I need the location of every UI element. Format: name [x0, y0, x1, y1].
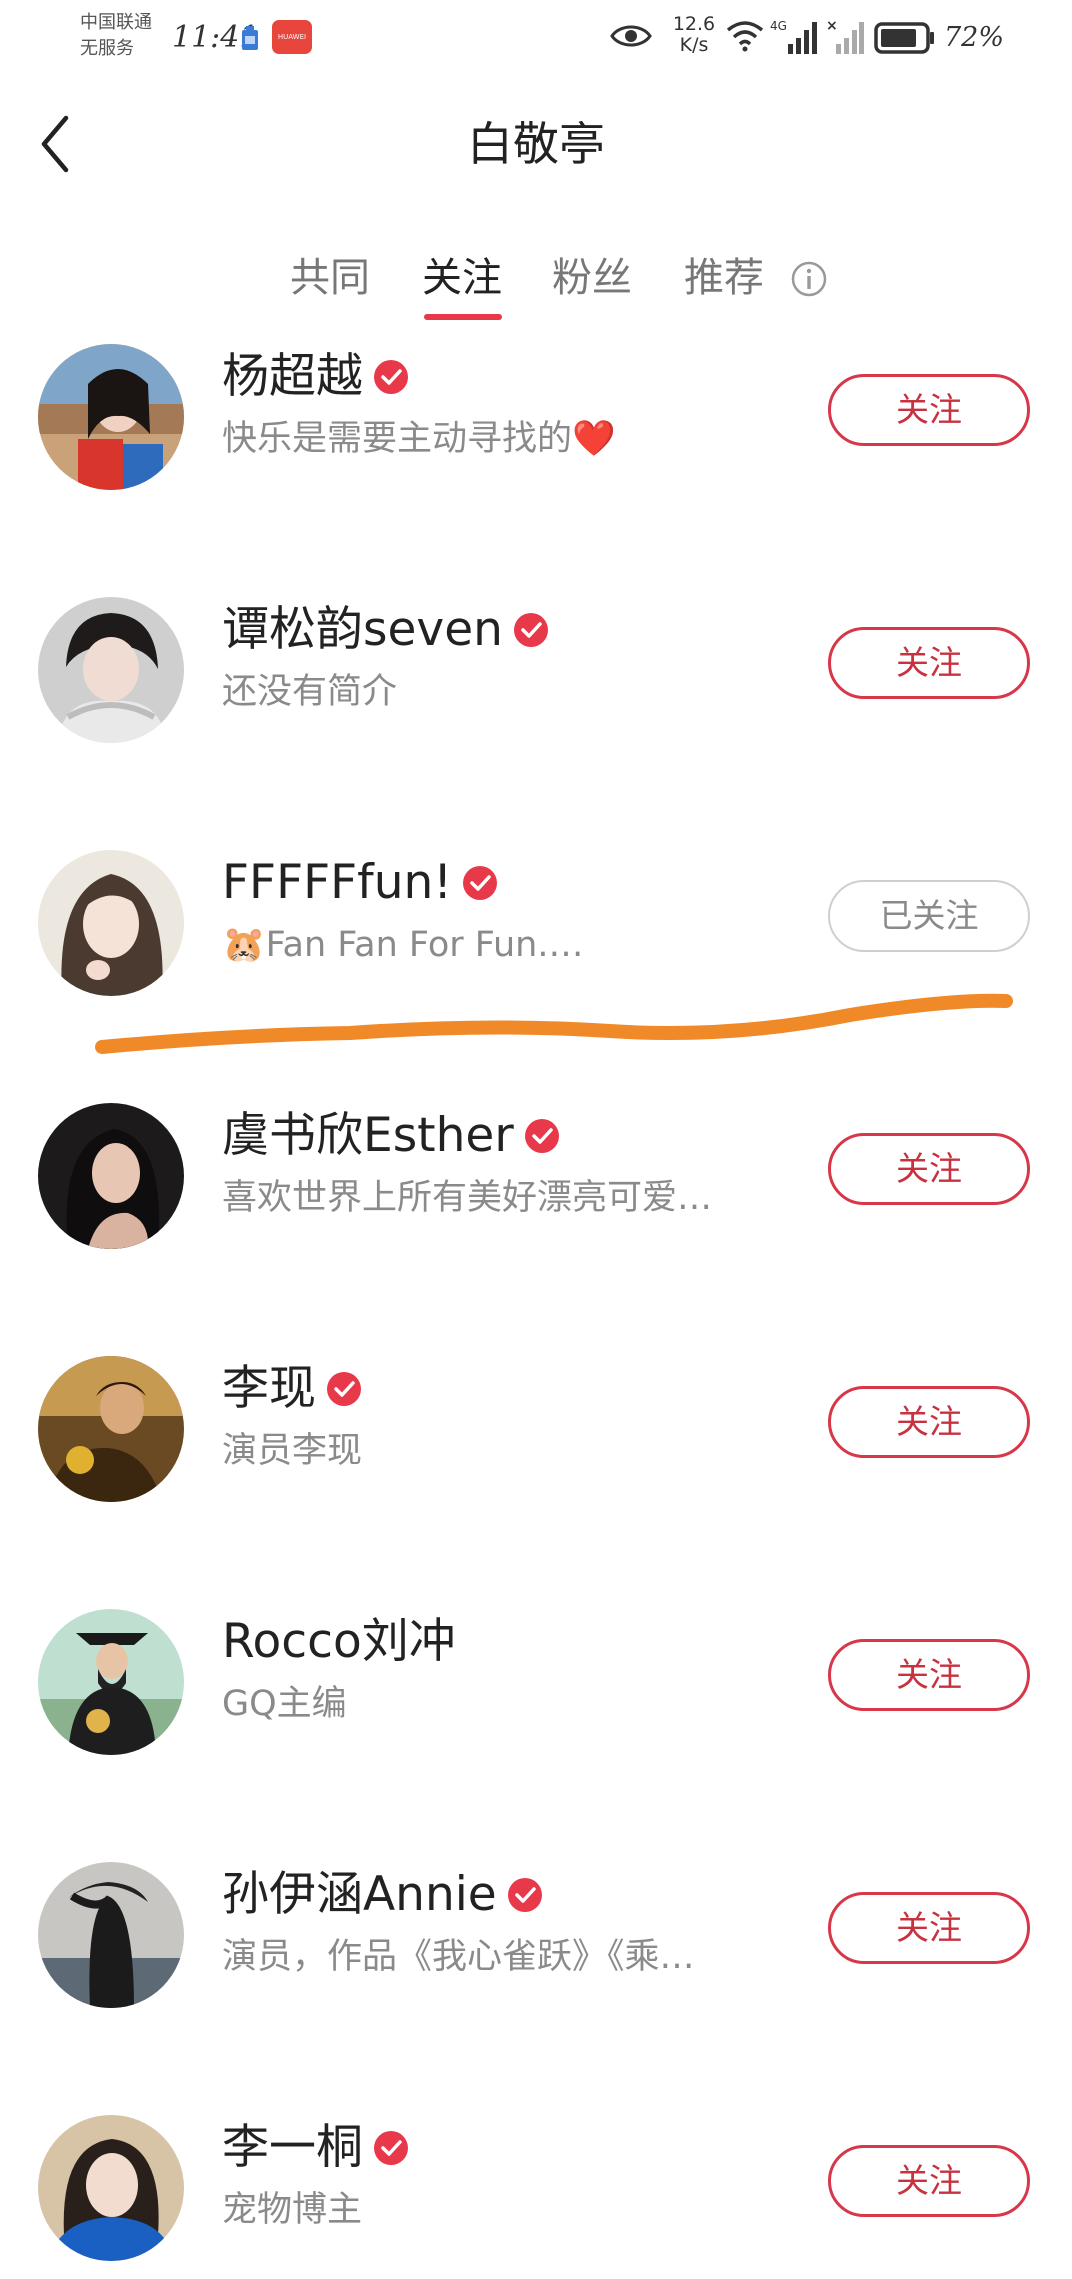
- list-item[interactable]: 李一桐 宠物博主 关注: [0, 2101, 1072, 2279]
- tab-fans[interactable]: 粉丝: [552, 242, 632, 314]
- orange-annotation-line: [95, 993, 1013, 1054]
- network-speed-value: 12.6: [672, 13, 716, 35]
- user-name[interactable]: 谭松韵seven: [222, 597, 503, 663]
- avatar[interactable]: [38, 1356, 184, 1502]
- avatar[interactable]: [38, 597, 184, 743]
- tab-following[interactable]: 关注: [422, 242, 502, 314]
- user-bio: 宠物博主: [222, 2190, 363, 2230]
- verified-badge-icon: [463, 866, 498, 900]
- user-name-row: 孙伊涵Annie: [222, 1862, 543, 1928]
- avatar[interactable]: [38, 1862, 184, 2008]
- signal-4g-icon: 4G: [770, 19, 817, 54]
- eye-icon: [610, 25, 652, 47]
- list-item[interactable]: 谭松韵seven 还没有简介 关注: [0, 583, 1072, 783]
- user-name-row: 李现: [222, 1356, 362, 1422]
- follow-button[interactable]: 关注: [828, 1386, 1030, 1458]
- follow-button[interactable]: 关注: [828, 1639, 1030, 1711]
- list-item[interactable]: Rocco刘冲 GQ主编 关注: [0, 1595, 1072, 1795]
- user-name-row: 虞书欣Esther: [222, 1103, 560, 1169]
- screen: 中国联通 无服务 11:41 HUAWEI 12.6 K/s 4G × 72% …: [0, 0, 1072, 2279]
- followed-button[interactable]: 已关注: [828, 880, 1030, 952]
- follow-button[interactable]: 关注: [828, 1892, 1030, 1964]
- avatar[interactable]: [38, 1103, 184, 1249]
- follow-button[interactable]: 关注: [828, 1133, 1030, 1205]
- carrier-service: 无服务: [80, 38, 134, 59]
- user-name[interactable]: Rocco刘冲: [222, 1609, 456, 1675]
- user-name-row: Rocco刘冲: [222, 1609, 456, 1675]
- sim-card-icon: [242, 26, 258, 50]
- verified-badge-icon: [507, 1878, 542, 1912]
- carrier-info: 中国联通 无服务: [80, 10, 152, 62]
- status-bar: 中国联通 无服务 11:41 HUAWEI 12.6 K/s 4G × 72%: [0, 0, 1072, 80]
- svg-text:4G: 4G: [770, 19, 787, 33]
- signal-no-service-icon: ×: [826, 18, 864, 54]
- list-item[interactable]: 杨超越 快乐是需要主动寻找的❤️ 关注: [0, 330, 1072, 530]
- battery-icon: [874, 22, 934, 54]
- user-name[interactable]: 杨超越: [222, 344, 363, 410]
- user-bio: 演员，作品《我心雀跃》《乘…: [222, 1937, 695, 1977]
- list-item[interactable]: 虞书欣Esther 喜欢世界上所有美好漂亮可爱… 关注: [0, 1089, 1072, 1289]
- list-item[interactable]: 孙伊涵Annie 演员，作品《我心雀跃》《乘… 关注: [0, 1848, 1072, 2048]
- list-item[interactable]: 李现 演员李现 关注: [0, 1342, 1072, 1542]
- user-bio: GQ主编: [222, 1684, 347, 1724]
- user-name-row: FFFFFfun!: [222, 850, 498, 916]
- user-bio: 快乐是需要主动寻找的❤️: [222, 419, 616, 459]
- user-bio: 喜欢世界上所有美好漂亮可爱…: [222, 1178, 713, 1218]
- avatar[interactable]: [38, 850, 184, 996]
- avatar[interactable]: [38, 1609, 184, 1755]
- user-name[interactable]: 孙伊涵Annie: [222, 1862, 497, 1928]
- user-name[interactable]: 李现: [222, 1356, 316, 1422]
- network-speed-unit: K/s: [679, 34, 709, 56]
- user-bio: 还没有简介: [222, 672, 398, 712]
- verified-badge-icon: [524, 1119, 559, 1153]
- carrier-name: 中国联通: [80, 12, 152, 33]
- verified-badge-icon: [327, 1372, 361, 1406]
- battery-percent: 72%: [944, 22, 1005, 53]
- info-icon[interactable]: [790, 260, 828, 298]
- page-title: 白敬亭: [467, 117, 605, 171]
- user-bio: 演员李现: [222, 1431, 363, 1471]
- user-name-row: 李一桐: [222, 2115, 409, 2181]
- active-tab-indicator: [424, 314, 502, 320]
- follow-button[interactable]: 关注: [828, 627, 1030, 699]
- chevron-left-icon[interactable]: [36, 112, 76, 176]
- verified-badge-icon: [513, 613, 548, 647]
- network-speed: 12.6 K/s: [664, 14, 724, 56]
- user-name[interactable]: FFFFFfun!: [222, 850, 452, 916]
- user-name[interactable]: 李一桐: [222, 2115, 363, 2181]
- user-name[interactable]: 虞书欣Esther: [222, 1103, 514, 1169]
- user-name-row: 谭松韵seven: [222, 597, 549, 663]
- user-bio: 🐹Fan Fan For Fun.…: [222, 925, 584, 965]
- verified-badge-icon: [374, 360, 408, 394]
- svg-text:×: ×: [826, 18, 838, 34]
- huawei-app-icon: HUAWEI: [272, 20, 312, 54]
- avatar[interactable]: [38, 344, 184, 490]
- tab-common[interactable]: 共同: [290, 242, 370, 314]
- user-name-row: 杨超越: [222, 344, 409, 410]
- avatar[interactable]: [38, 2115, 184, 2261]
- follow-button[interactable]: 关注: [828, 374, 1030, 446]
- tab-recommended[interactable]: 推荐: [684, 242, 764, 314]
- tab-bar: 共同 关注 粉丝 推荐: [0, 242, 1072, 322]
- verified-badge-icon: [374, 2131, 408, 2165]
- wifi-icon: [726, 21, 764, 52]
- follow-button[interactable]: 关注: [828, 2145, 1030, 2217]
